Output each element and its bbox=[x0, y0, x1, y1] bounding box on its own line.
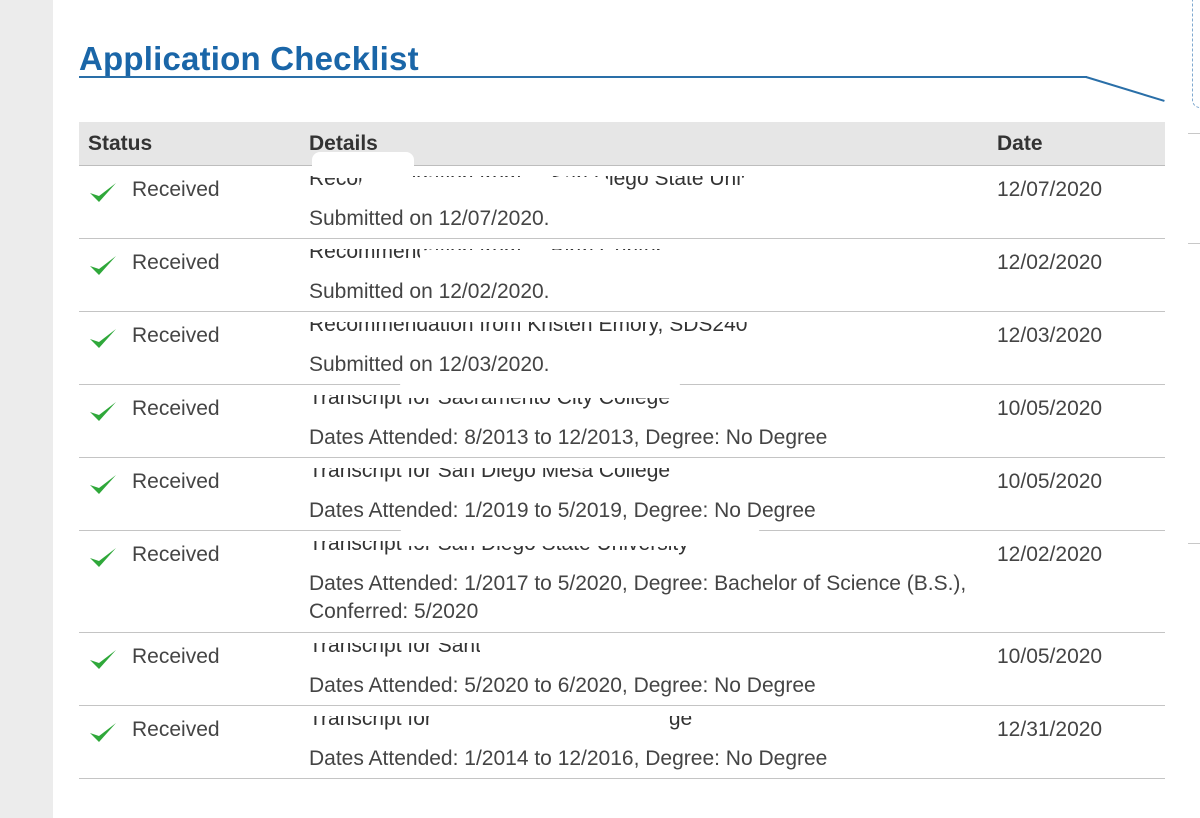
redaction-patch bbox=[430, 712, 670, 730]
checkmark-icon bbox=[90, 183, 116, 202]
redaction-patch bbox=[480, 640, 700, 660]
item-date: 12/31/2020 bbox=[997, 718, 1103, 741]
column-header-date: Date bbox=[997, 132, 1043, 155]
item-date: 12/07/2020 bbox=[997, 178, 1103, 201]
redaction-patch bbox=[360, 177, 610, 193]
status-label: Received bbox=[132, 645, 220, 668]
status-label: Received bbox=[132, 470, 220, 493]
item-description: Submitted on 12/07/2020. bbox=[309, 207, 550, 230]
item-date: 12/02/2020 bbox=[997, 251, 1103, 274]
item-description: Dates Attended: 8/2013 to 12/2013, Degre… bbox=[309, 426, 828, 449]
item-date: 12/03/2020 bbox=[997, 324, 1103, 347]
item-description: Dates Attended: 5/2020 to 6/2020, Degree… bbox=[309, 674, 816, 697]
checkmark-icon bbox=[90, 256, 116, 275]
item-description: Dates Attended: 1/2019 to 5/2019, Degree… bbox=[309, 499, 816, 522]
status-label: Received bbox=[132, 251, 220, 274]
checkmark-icon bbox=[90, 650, 116, 669]
item-title: Transcript for San Diego Mesa College bbox=[309, 468, 671, 482]
item-description: Submitted on 12/03/2020. bbox=[309, 353, 550, 376]
redaction-patch bbox=[420, 250, 720, 264]
status-label: Received bbox=[132, 397, 220, 420]
checkmark-icon bbox=[90, 402, 116, 421]
title-underline bbox=[79, 76, 1087, 78]
divider bbox=[1188, 543, 1200, 544]
divider bbox=[1188, 133, 1200, 134]
table-row: Received Recommendation from Kristen Emo… bbox=[79, 312, 1165, 385]
item-description: Dates Attended: 1/2014 to 12/2016, Degre… bbox=[309, 747, 828, 770]
checkmark-icon bbox=[90, 475, 116, 494]
redaction-patch bbox=[740, 176, 940, 192]
status-label: Received bbox=[132, 543, 220, 566]
checkmark-icon bbox=[90, 329, 116, 348]
item-date: 10/05/2020 bbox=[997, 645, 1103, 668]
checklist-table: Status Details Date Received Recommendat… bbox=[79, 122, 1165, 779]
item-description: Submitted on 12/02/2020. bbox=[309, 280, 550, 303]
table-row: Received Recommendation from ... San Die… bbox=[79, 166, 1165, 239]
checkmark-icon bbox=[90, 723, 116, 742]
page-title: Application Checklist bbox=[79, 40, 419, 77]
item-title: Recommendation from Kristen Emory, SDS24… bbox=[309, 322, 748, 336]
status-label: Received bbox=[132, 718, 220, 741]
table-header: Status Details Date bbox=[79, 122, 1165, 166]
table-row: Received Transcript for San Diego Mesa C… bbox=[79, 458, 1165, 531]
title-underline-diagonal bbox=[1085, 76, 1165, 102]
item-date: 12/02/2020 bbox=[997, 543, 1103, 566]
left-gutter bbox=[0, 0, 53, 818]
item-title: Transcript for Sacramento City College bbox=[309, 395, 671, 409]
redaction-patch bbox=[312, 152, 414, 178]
item-date: 10/05/2020 bbox=[997, 470, 1103, 493]
status-label: Received bbox=[132, 178, 220, 201]
side-panel-edge bbox=[1192, 0, 1200, 108]
table-row: Received Transcript for San Diego State … bbox=[79, 531, 1165, 633]
item-description: Dates Attended: 1/2017 to 5/2020, Degree… bbox=[309, 572, 967, 623]
redaction-patch bbox=[400, 526, 760, 546]
redaction-patch bbox=[400, 378, 680, 398]
divider bbox=[1188, 243, 1200, 244]
status-label: Received bbox=[132, 324, 220, 347]
item-date: 10/05/2020 bbox=[997, 397, 1103, 420]
checkmark-icon bbox=[90, 548, 116, 567]
column-header-status: Status bbox=[88, 132, 153, 155]
